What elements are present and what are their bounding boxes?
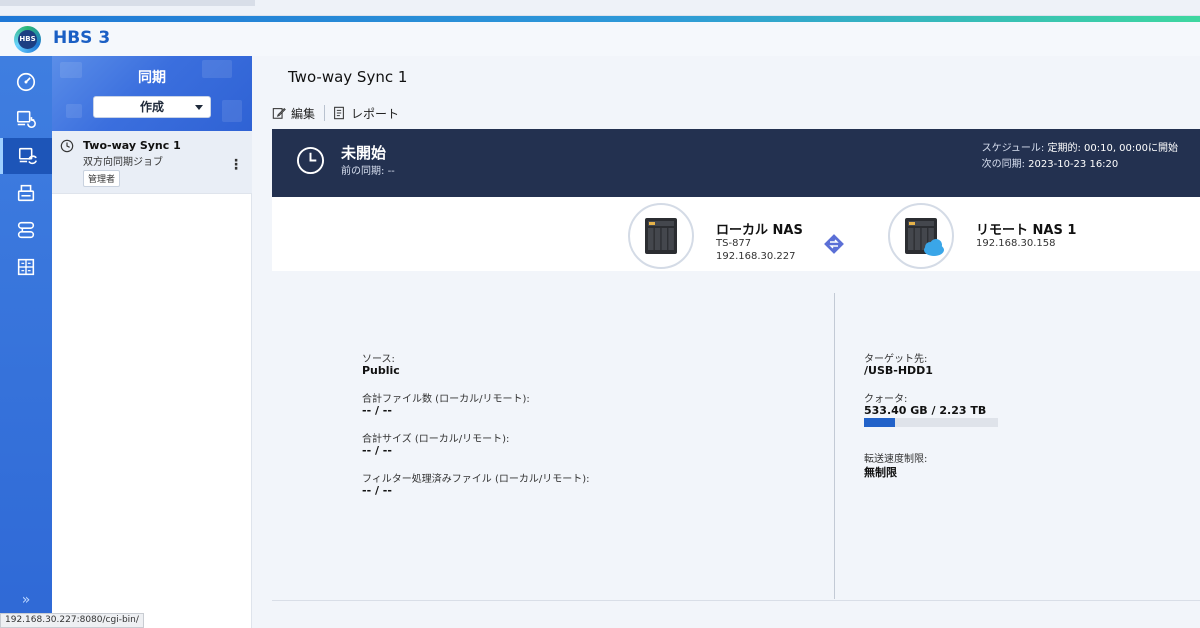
- local-nas-model: TS-877: [716, 238, 752, 249]
- schedule-label: スケジュール:: [981, 143, 1045, 154]
- local-nas-ip: 192.168.30.227: [716, 251, 796, 262]
- quota-total: 2.23 TB: [939, 404, 987, 417]
- backup-icon: [16, 110, 36, 128]
- transfer-limit-label: 転送速度制限:: [864, 454, 928, 465]
- side-rail: »: [0, 56, 52, 628]
- hbs-logo: HBS: [14, 26, 41, 53]
- total-files-value: -- / --: [362, 404, 392, 417]
- quota-used: 533.40 GB: [864, 404, 928, 417]
- quota-bar-fill: [864, 418, 895, 427]
- schedule-value: 定期的: 00:10, 00:00に開始: [1047, 143, 1178, 154]
- header-decoration: [66, 104, 82, 118]
- source-label: ソース:: [362, 354, 395, 365]
- app-title: HBS 3: [53, 28, 111, 48]
- next-sync-label: 次の同期:: [981, 159, 1025, 170]
- detail-toolbar: 編集 レポート: [272, 104, 399, 122]
- panel-title: 同期: [138, 70, 166, 86]
- nas-device-icon: [645, 218, 677, 254]
- schedule-info: スケジュール: 定期的: 00:10, 00:00に開始 次の同期: 2023-…: [982, 141, 1178, 173]
- edit-label: 編集: [291, 106, 316, 121]
- rail-item-backup[interactable]: [0, 101, 52, 137]
- last-sync-label: 前の同期:: [341, 166, 385, 177]
- remote-nas-ip: 192.168.30.158: [976, 238, 1056, 249]
- header-decoration: [222, 100, 242, 122]
- edit-button[interactable]: 編集: [272, 105, 315, 122]
- browser-status-url: 192.168.30.227:8080/cgi-bin/: [0, 613, 144, 628]
- clock-icon: [296, 146, 325, 175]
- job-detail: Two-way Sync 1 編集 レポート 未開始 前の同期: -- スケジュ…: [252, 56, 1200, 628]
- target-value: /USB-HDD1: [864, 364, 933, 377]
- nas-cloud-icon: [905, 218, 944, 256]
- target-label: ターゲット先:: [864, 354, 928, 365]
- sync-panel-header: 同期 作成: [52, 56, 252, 131]
- browser-tab[interactable]: [0, 0, 255, 6]
- create-button-label: 作成: [139, 100, 164, 114]
- app-header: HBS HBS 3: [0, 22, 1200, 56]
- rail-item-sync[interactable]: [0, 138, 52, 174]
- total-size-value: -- / --: [362, 444, 392, 457]
- status-banner: 未開始 前の同期: -- スケジュール: 定期的: 00:10, 00:00に開…: [272, 129, 1200, 197]
- edit-icon: [272, 107, 286, 119]
- report-button[interactable]: レポート: [332, 105, 399, 122]
- toolbar-divider: [324, 105, 326, 121]
- sync-icon: [18, 147, 37, 165]
- job-name: Two-way Sync 1: [83, 139, 181, 152]
- create-button[interactable]: 作成: [93, 96, 211, 118]
- job-type: 双方向同期ジョブ: [83, 157, 163, 168]
- report-label: レポート: [351, 106, 400, 121]
- total-size-label: 合計サイズ (ローカル/リモート):: [362, 434, 510, 445]
- rail-item-storage[interactable]: [0, 212, 52, 248]
- details-divider: [834, 293, 835, 599]
- logo-text: HBS: [18, 30, 37, 49]
- services-icon: [17, 258, 35, 276]
- owner-badge: 管理者: [83, 170, 121, 187]
- rail-item-overview[interactable]: [0, 64, 52, 100]
- quota-separator: /: [927, 404, 940, 417]
- last-sync: 前の同期: --: [341, 162, 395, 177]
- next-sync-value: 2023-10-23 16:20: [1028, 159, 1119, 170]
- remote-nas-name: リモート NAS 1: [976, 223, 1077, 238]
- remote-nas-icon: [888, 203, 954, 269]
- local-nas-icon: [628, 203, 694, 269]
- rail-item-restore[interactable]: [0, 175, 52, 211]
- job-list-item[interactable]: Two-way Sync 1 双方向同期ジョブ 管理者 ⋮: [52, 131, 252, 194]
- status-text: 未開始: [341, 144, 387, 162]
- gauge-icon: [16, 72, 36, 92]
- page-title: Two-way Sync 1: [288, 68, 408, 86]
- quota-value: 533.40 GB / 2.23 TB: [864, 404, 986, 417]
- clock-icon: [60, 139, 74, 153]
- source-value: Public: [362, 364, 400, 377]
- more-options-icon[interactable]: ⋮: [229, 157, 243, 173]
- two-way-sync-icon: [824, 234, 844, 254]
- chevron-down-icon: [195, 105, 203, 110]
- job-details: ソース: Public 合計ファイル数 (ローカル/リモート): -- / --…: [272, 271, 1200, 601]
- last-sync-value: --: [387, 166, 395, 177]
- rail-expand-button[interactable]: »: [0, 592, 52, 612]
- transfer-limit-value: 無制限: [864, 466, 897, 479]
- schedule-line: スケジュール: 定期的: 00:10, 00:00に開始: [982, 141, 1178, 157]
- sync-job-panel: 同期 作成 Two-way Sync 1 双方向同期ジョブ 管理者 ⋮: [52, 56, 252, 628]
- filtered-files-label: フィルター処理済みファイル (ローカル/リモート):: [362, 474, 590, 485]
- nas-pair: ローカル NAS TS-877 192.168.30.227 リモート NAS …: [272, 197, 1200, 271]
- quota-label: クォータ:: [864, 394, 908, 405]
- restore-icon: [17, 184, 35, 202]
- quota-bar: [864, 418, 998, 427]
- rail-item-services[interactable]: [0, 249, 52, 285]
- local-nas-name: ローカル NAS: [716, 223, 803, 238]
- next-sync-line: 次の同期: 2023-10-23 16:20: [982, 157, 1178, 173]
- filtered-files-value: -- / --: [362, 484, 392, 497]
- browser-tab-strip: [0, 0, 1200, 16]
- storage-icon: [17, 221, 35, 239]
- total-files-label: 合計ファイル数 (ローカル/リモート):: [362, 394, 530, 405]
- report-icon: [334, 106, 344, 120]
